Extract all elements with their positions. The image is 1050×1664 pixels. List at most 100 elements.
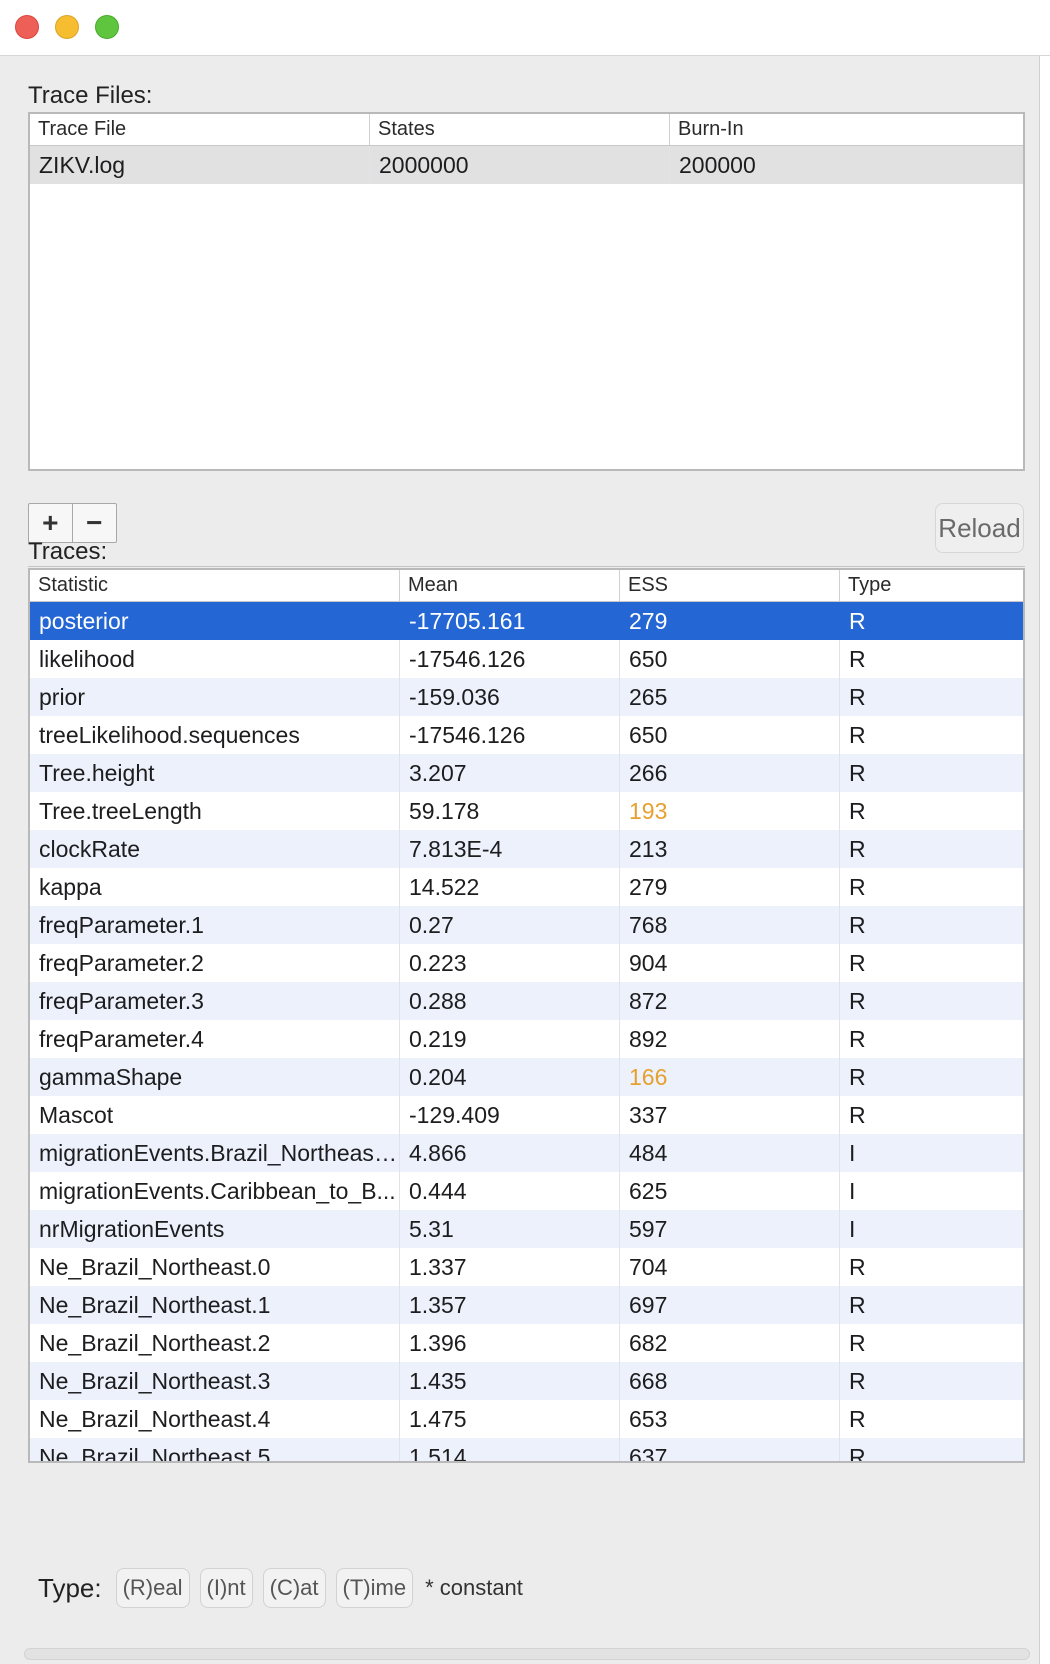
column-header-type[interactable]: Type: [840, 570, 1023, 601]
type-cell: R: [849, 1026, 866, 1052]
ess-cell: 892: [620, 1020, 840, 1058]
mean-cell: -17546.126: [400, 640, 620, 678]
statistic-cell: freqParameter.4: [30, 1020, 400, 1058]
trace-file-row[interactable]: ZIKV.log 2000000 200000: [30, 146, 1023, 184]
section-divider: [28, 566, 1025, 567]
legend-chip-int: (I)nt: [199, 1568, 253, 1608]
type-cell: R: [849, 1406, 866, 1432]
trace-row[interactable]: Ne_Brazil_Northeast.3 1.435 668 R: [30, 1362, 1023, 1400]
type-cell: R: [849, 1368, 866, 1394]
ess-cell: 279: [620, 868, 840, 906]
trace-file-states-cell: 2000000: [370, 146, 670, 184]
mean-cell: 1.396: [400, 1324, 620, 1362]
trace-row[interactable]: migrationEvents.Caribbean_to_B... 0.444 62…: [30, 1172, 1023, 1210]
trace-row[interactable]: Ne_Brazil_Northeast.1 1.357 697 R: [30, 1286, 1023, 1324]
statistic-cell: clockRate: [30, 830, 400, 868]
trace-row[interactable]: treeLikelihood.sequences -17546.126 650 R: [30, 716, 1023, 754]
mean-cell: 14.522: [400, 868, 620, 906]
trace-row[interactable]: Ne_Brazil_Northeast.2 1.396 682 R: [30, 1324, 1023, 1362]
ess-cell: 650: [620, 640, 840, 678]
traces-table[interactable]: Statistic Mean ESS Type posterior -17705.…: [28, 568, 1025, 1463]
statistic-cell: Tree.height: [30, 754, 400, 792]
ess-cell: 484: [620, 1134, 840, 1172]
type-cell: R: [849, 988, 866, 1014]
type-cell: R: [849, 684, 866, 710]
statistic-cell: posterior: [39, 608, 129, 634]
trace-files-table[interactable]: Trace File States Burn-In ZIKV.log 200000…: [28, 112, 1025, 471]
type-cell: R: [849, 836, 866, 862]
file-buttons: + −: [28, 503, 117, 543]
column-header-trace-file[interactable]: Trace File: [30, 114, 370, 145]
type-cell: R: [849, 722, 866, 748]
trace-files-header: Trace File States Burn-In: [30, 114, 1023, 146]
type-legend: Type: (R)eal (I)nt (C)at (T)ime * consta…: [38, 1567, 523, 1609]
type-cell: R: [849, 950, 866, 976]
trace-row[interactable]: clockRate 7.813E-4 213 R: [30, 830, 1023, 868]
trace-row[interactable]: likelihood -17546.126 650 R: [30, 640, 1023, 678]
traces-label: Traces:: [28, 538, 108, 565]
mean-cell: 3.207: [400, 754, 620, 792]
type-cell: R: [849, 646, 866, 672]
trace-row[interactable]: Mascot -129.409 337 R: [30, 1096, 1023, 1134]
mean-cell: 0.444: [400, 1172, 620, 1210]
trace-row[interactable]: freqParameter.3 0.288 872 R: [30, 982, 1023, 1020]
minimize-window-button[interactable]: [55, 15, 79, 39]
ess-cell: 337: [620, 1096, 840, 1134]
column-header-states[interactable]: States: [370, 114, 670, 145]
ess-cell: 625: [620, 1172, 840, 1210]
mean-cell: 7.813E-4: [400, 830, 620, 868]
close-window-button[interactable]: [15, 15, 39, 39]
trace-row[interactable]: migrationEvents.Brazil_Northeast... 4.866…: [30, 1134, 1023, 1172]
trace-row[interactable]: posterior -17705.161 279 R: [30, 602, 1023, 640]
ess-cell: 265: [620, 678, 840, 716]
statistic-cell: Ne_Brazil_Northeast.0: [30, 1248, 400, 1286]
ess-cell: 768: [620, 906, 840, 944]
trace-row[interactable]: nrMigrationEvents 5.31 597 I: [30, 1210, 1023, 1248]
mean-cell: -17546.126: [400, 716, 620, 754]
trace-file-name-cell: ZIKV.log: [30, 146, 370, 184]
column-header-burn-in[interactable]: Burn-In: [670, 114, 1023, 145]
statistic-cell: Ne_Brazil_Northeast.2: [30, 1324, 400, 1362]
add-file-button[interactable]: +: [29, 504, 73, 542]
type-cell: I: [849, 1216, 856, 1242]
type-cell: R: [849, 1330, 866, 1356]
window-titlebar: [0, 0, 1050, 56]
type-cell: R: [849, 608, 866, 634]
trace-row[interactable]: Ne_Brazil_Northeast.5 1.514 637 R: [30, 1438, 1023, 1461]
mean-cell: 0.223: [400, 944, 620, 982]
reload-button[interactable]: Reload: [935, 503, 1024, 553]
statistic-cell: freqParameter.2: [30, 944, 400, 982]
mean-cell: 1.435: [400, 1362, 620, 1400]
trace-row[interactable]: Ne_Brazil_Northeast.4 1.475 653 R: [30, 1400, 1023, 1438]
mean-cell: 0.288: [400, 982, 620, 1020]
trace-row[interactable]: freqParameter.1 0.27 768 R: [30, 906, 1023, 944]
statistic-cell: Mascot: [30, 1096, 400, 1134]
trace-files-label: Trace Files:: [28, 82, 153, 109]
trace-row[interactable]: freqParameter.2 0.223 904 R: [30, 944, 1023, 982]
column-header-ess[interactable]: ESS: [620, 570, 840, 601]
type-cell: R: [849, 1254, 866, 1280]
traces-body: posterior -17705.161 279 Rlikelihood -17546.…: [30, 602, 1023, 1461]
trace-row[interactable]: freqParameter.4 0.219 892 R: [30, 1020, 1023, 1058]
mean-cell: 1.475: [400, 1400, 620, 1438]
trace-row[interactable]: Ne_Brazil_Northeast.0 1.337 704 R: [30, 1248, 1023, 1286]
maximize-window-button[interactable]: [95, 15, 119, 39]
remove-file-button[interactable]: −: [73, 504, 117, 542]
mean-cell: 0.204: [400, 1058, 620, 1096]
mean-cell: 0.27: [400, 906, 620, 944]
column-header-statistic[interactable]: Statistic: [30, 570, 400, 601]
trace-row[interactable]: kappa 14.522 279 R: [30, 868, 1023, 906]
trace-row[interactable]: Tree.treeLength 59.178 193 R: [30, 792, 1023, 830]
ess-cell: 166: [620, 1058, 840, 1096]
trace-row[interactable]: gammaShape 0.204 166 R: [30, 1058, 1023, 1096]
column-header-mean[interactable]: Mean: [400, 570, 620, 601]
ess-cell: 597: [620, 1210, 840, 1248]
legend-constant-note: * constant: [425, 1575, 523, 1600]
statistic-cell: prior: [30, 678, 400, 716]
legend-label: Type:: [38, 1572, 102, 1603]
trace-row[interactable]: prior -159.036 265 R: [30, 678, 1023, 716]
statistic-cell: Ne_Brazil_Northeast.3: [30, 1362, 400, 1400]
trace-row[interactable]: Tree.height 3.207 266 R: [30, 754, 1023, 792]
type-cell: R: [849, 874, 866, 900]
horizontal-scrollbar[interactable]: [24, 1648, 1030, 1660]
